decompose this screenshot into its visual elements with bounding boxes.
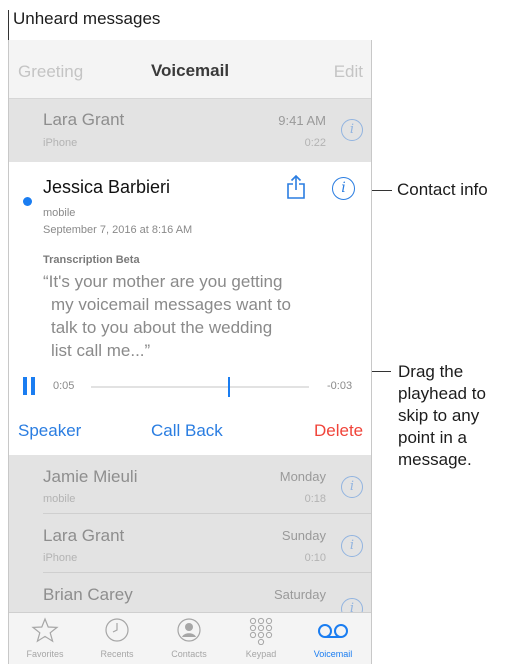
clock-icon [105, 618, 129, 642]
voicemail-name: Lara Grant [43, 526, 125, 545]
voicemail-row-jamie-mieuli[interactable]: Jamie Mieuli mobile Monday 0:18 i [9, 455, 371, 513]
voicemail-label: iPhone [43, 137, 78, 149]
voicemail-label: iPhone [43, 552, 78, 564]
playhead-handle[interactable] [228, 377, 230, 397]
unheard-dot-icon [23, 197, 32, 206]
delete-button[interactable]: Delete [314, 421, 363, 441]
call-back-button[interactable]: Call Back [151, 421, 223, 441]
tab-recents[interactable]: Recents [81, 613, 153, 664]
time-remaining: -0:03 [327, 380, 353, 392]
info-icon[interactable]: i [341, 535, 363, 557]
voicemail-row-lara-grant-2[interactable]: Lara Grant iPhone Sunday 0:10 i [9, 514, 371, 572]
speaker-button[interactable]: Speaker [18, 421, 81, 441]
annotation-contact-info: Contact info [397, 180, 488, 199]
voicemail-duration: 0:10 [304, 552, 326, 564]
tab-favorites[interactable]: Favorites [9, 613, 81, 664]
annotation-unheard-messages: Unheard messages [13, 9, 161, 28]
annotation-drag-line-5: message. [398, 450, 472, 469]
tab-label: Contacts [171, 649, 207, 659]
tab-label: Favorites [26, 649, 64, 659]
voicemail-time: 9:41 AM [278, 113, 326, 128]
voicemail-list-bottom: Jamie Mieuli mobile Monday 0:18 i Lara G… [9, 455, 371, 620]
voicemail-time: Sunday [281, 528, 326, 543]
voicemail-label: mobile [43, 493, 76, 505]
pause-icon[interactable] [23, 377, 35, 395]
voicemail-name: Jessica Barbieri [43, 177, 171, 197]
voicemail-time: Monday [279, 469, 326, 484]
tab-voicemail[interactable]: Voicemail [297, 613, 369, 664]
annotation-drag-line-2: playhead to [398, 384, 486, 403]
voicemail-name: Jamie Mieuli [43, 467, 138, 486]
tab-label: Voicemail [313, 649, 353, 659]
voicemail-row-lara-grant-1[interactable]: Lara Grant iPhone 9:41 AM 0:22 i [9, 99, 371, 162]
transcription-text: “It's your mother are you getting my voi… [43, 270, 353, 362]
transcription-line: list call me...” [51, 341, 151, 360]
voicemail-row-brian-carey[interactable]: Brian Carey Saturday i [9, 573, 371, 620]
transcription-line: my voicemail messages want to [51, 295, 291, 314]
tab-label: Recents [100, 649, 134, 659]
annotation-drag-playhead: Drag the playhead to skip to any point i… [398, 361, 486, 471]
voicemail-label: mobile [43, 207, 76, 219]
voicemail-icon [318, 624, 348, 638]
edit-button[interactable]: Edit [334, 62, 363, 82]
voicemail-time: Saturday [273, 587, 326, 602]
info-icon[interactable]: i [341, 476, 363, 498]
playback-scrubber[interactable] [91, 386, 309, 388]
phone-screen: Greeting Voicemail Edit Lara Grant iPhon… [8, 40, 372, 664]
transcription-label: Transcription Beta [43, 254, 140, 266]
page-title: Voicemail [150, 61, 230, 80]
tab-label: Keypad [245, 649, 277, 659]
annotation-drag-line-4: point in a [398, 428, 467, 447]
tab-contacts[interactable]: Contacts [153, 613, 225, 664]
transcription-line: “It's your mother are you getting [43, 272, 283, 291]
tab-bar: Favorites Recents Contacts Keypad Voicem… [9, 612, 371, 664]
voicemail-name: Lara Grant [43, 110, 125, 129]
navigation-bar: Greeting Voicemail Edit [9, 40, 371, 99]
transcription-line: talk to you about the wedding [51, 318, 273, 337]
person-icon [177, 618, 201, 642]
share-icon[interactable] [285, 174, 307, 200]
voicemail-duration: 0:22 [304, 137, 326, 149]
annotation-drag-line-3: skip to any [398, 406, 480, 425]
keypad-icon [249, 617, 273, 646]
voicemail-name: Brian Carey [43, 585, 133, 604]
annotation-drag-line-1: Drag the [398, 362, 464, 381]
time-elapsed: 0:05 [53, 380, 75, 392]
star-icon [31, 617, 59, 643]
voicemail-date: September 7, 2016 at 8:16 AM [43, 224, 193, 236]
tab-keypad[interactable]: Keypad [225, 613, 297, 664]
voicemail-duration: 0:18 [304, 493, 326, 505]
info-icon[interactable]: i [341, 119, 363, 141]
contact-info-icon[interactable]: i [332, 177, 355, 200]
